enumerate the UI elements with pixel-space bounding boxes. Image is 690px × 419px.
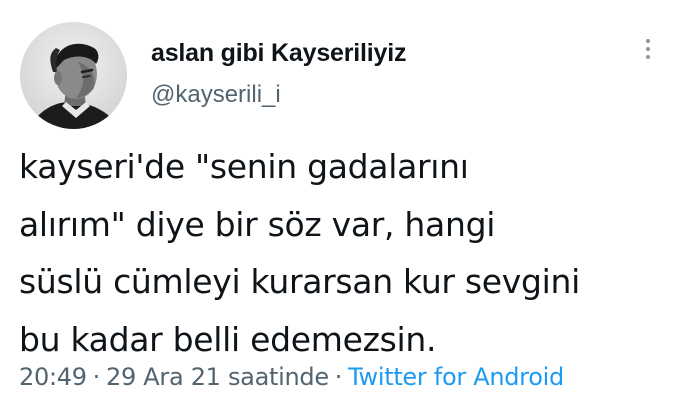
tweet-time[interactable]: 20:49	[19, 363, 87, 391]
author-avatar[interactable]	[20, 22, 127, 129]
more-options-button[interactable]	[636, 34, 660, 64]
meta-separator: ·	[334, 363, 343, 391]
tweet-text-line: alırım" diye bir söz var, hangi	[19, 204, 496, 244]
tweet-date[interactable]: 29 Ara 21 saatinde	[106, 363, 329, 391]
meta-separator: ·	[92, 363, 101, 391]
avatar-photo-icon	[20, 22, 127, 129]
tweet-text-line: süslü cümleyi kurarsan kur sevgini	[19, 262, 581, 301]
more-vertical-icon	[646, 39, 650, 43]
tweet-text-line: bu kadar belli edemezsin.	[19, 319, 437, 359]
tweet-text-line: kayseri'de "senin gadalarını	[19, 147, 469, 186]
more-vertical-icon-dot	[646, 47, 650, 51]
tweet-meta: 20:49 · 29 Ara 21 saatinde · Twitter for And…	[19, 363, 564, 391]
author-display-name[interactable]: aslan gibi Kayseriliyiz	[151, 39, 406, 68]
tweet-source-link[interactable]: Twitter for Android	[348, 363, 564, 391]
more-vertical-icon-dot	[646, 55, 650, 59]
author-handle[interactable]: @kayserili_i	[151, 81, 281, 109]
tweet-text: kayseri'de "senin gadalarını alırım" diy…	[19, 138, 669, 368]
tweet-card: aslan gibi Kayseriliyiz @kayserili_i kay…	[0, 0, 690, 419]
